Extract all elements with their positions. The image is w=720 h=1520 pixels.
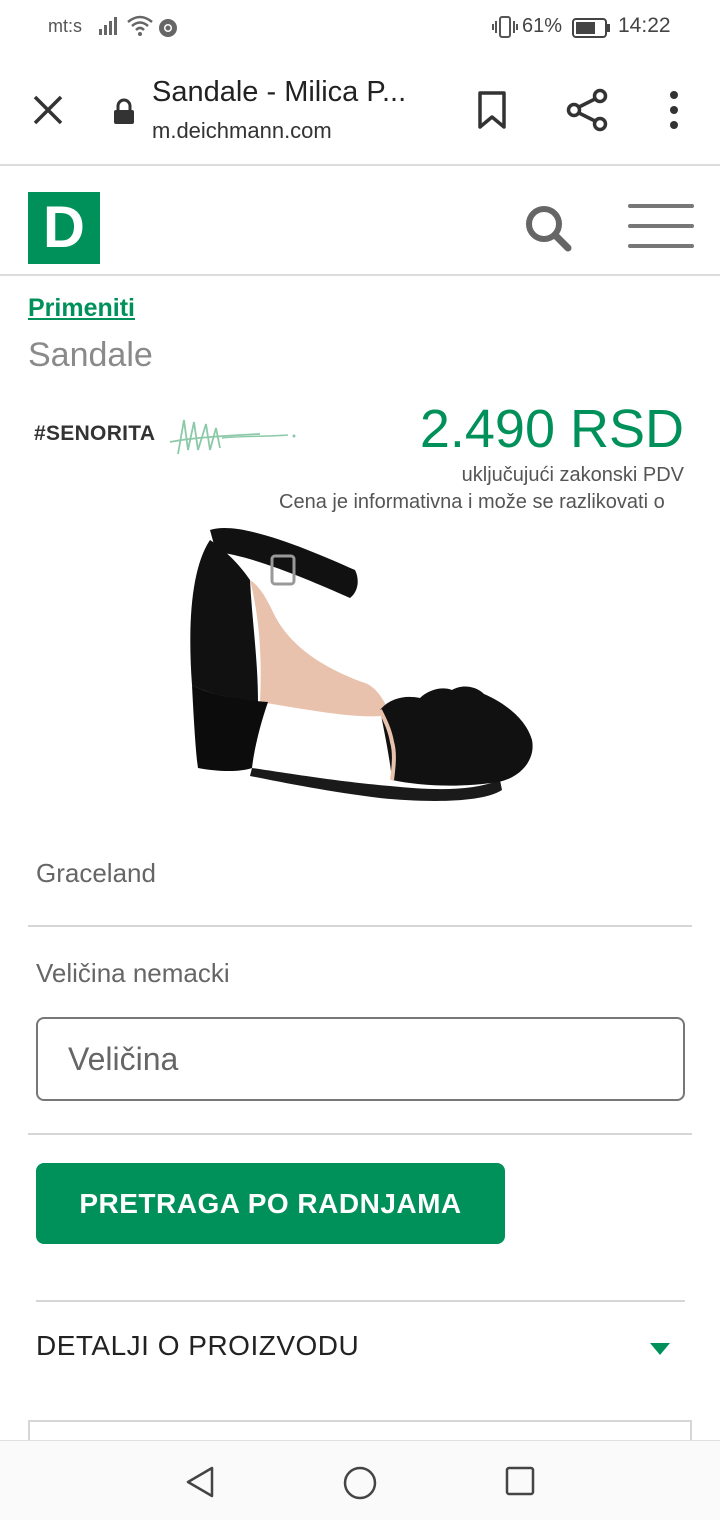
breadcrumb-link[interactable]: Primeniti xyxy=(28,294,135,323)
product-image[interactable] xyxy=(180,510,540,810)
site-header: D xyxy=(0,166,720,276)
page-title: Sandale - Milica P... xyxy=(152,76,407,108)
more-icon[interactable] xyxy=(668,90,680,135)
vibrate-icon xyxy=(492,16,518,43)
back-icon[interactable] xyxy=(184,1465,216,1504)
product-details-accordion[interactable]: DETALJI O PROIZVODU xyxy=(36,1302,685,1392)
brand-logo: #SENORITA xyxy=(34,410,296,460)
store-search-button[interactable]: PRETRAGA PO RADNJAMA xyxy=(36,1163,505,1244)
status-bar: mt:s 61% 14:22 xyxy=(0,0,720,56)
product-details-label: DETALJI O PROIZVODU xyxy=(36,1330,360,1361)
share-icon[interactable] xyxy=(566,88,610,137)
chevron-down-icon xyxy=(649,1342,671,1361)
size-select[interactable]: Veličina xyxy=(36,1017,685,1101)
system-nav-bar xyxy=(0,1440,720,1520)
lock-icon xyxy=(112,98,136,131)
size-select-placeholder: Veličina xyxy=(68,1041,179,1077)
search-icon[interactable] xyxy=(522,202,574,259)
battery-icon xyxy=(572,17,612,44)
divider xyxy=(28,925,692,927)
url-text[interactable]: m.deichmann.com xyxy=(152,118,332,144)
bookmark-icon[interactable] xyxy=(476,90,508,135)
deichmann-logo[interactable]: D xyxy=(28,192,100,264)
vat-note: uključujući zakonski PDV xyxy=(461,464,684,486)
battery-percent: 61% xyxy=(522,15,563,37)
divider xyxy=(28,1133,692,1135)
wifi-icon xyxy=(126,15,154,42)
clock: 14:22 xyxy=(618,14,671,37)
price: 2.490 RSD xyxy=(419,399,684,459)
size-label: Veličina nemacki xyxy=(36,958,230,988)
signal-icon xyxy=(98,16,122,41)
close-icon[interactable] xyxy=(30,92,66,133)
manufacturer-label: Graceland xyxy=(36,858,156,888)
carrier-label: mt:s xyxy=(48,16,82,36)
signature-graphic xyxy=(160,410,300,467)
chrome-icon xyxy=(158,18,178,43)
recents-icon[interactable] xyxy=(504,1465,536,1502)
category-title: Sandale xyxy=(28,336,153,374)
hamburger-menu-icon[interactable] xyxy=(628,202,696,259)
brand-logo-text: #SENORITA xyxy=(34,422,156,445)
home-icon[interactable] xyxy=(342,1465,378,1506)
browser-toolbar: Sandale - Milica P... m.deichmann.com xyxy=(0,56,720,166)
